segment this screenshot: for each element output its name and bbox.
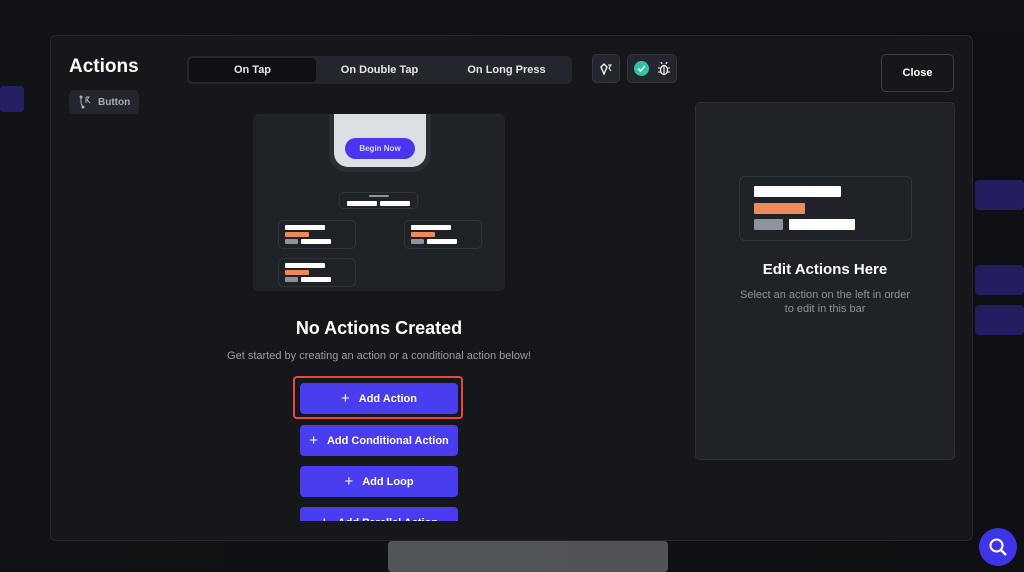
plus-icon: +	[309, 432, 318, 449]
background-toolbar	[0, 0, 1024, 32]
plus-icon: +	[340, 390, 350, 407]
begin-now-button-illustration: Begin Now	[345, 138, 415, 159]
widget-chip[interactable]: Button	[69, 90, 139, 114]
edit-actions-panel: Edit Actions Here Select an action on th…	[695, 102, 955, 460]
check-circle-icon	[633, 61, 649, 76]
search-icon	[989, 538, 1007, 556]
button-label: Add Loop	[362, 475, 414, 488]
empty-state-subtitle: Get started by creating an action or a c…	[227, 350, 531, 362]
widget-tree-icon	[79, 95, 91, 109]
button-label: Add Action	[358, 392, 417, 405]
action-card-illustration	[739, 176, 912, 241]
bug-icon	[657, 61, 670, 76]
background-preview	[388, 541, 668, 572]
widget-chip-label: Button	[98, 96, 131, 108]
panel-subtitle: Select an action on the left in order to…	[740, 289, 910, 315]
ai-gesture-button[interactable]	[592, 54, 620, 83]
background-accent	[0, 86, 24, 112]
gesture-icon	[600, 62, 612, 76]
add-action-button[interactable]: + Add Action	[300, 383, 458, 414]
modal-title: Actions	[69, 56, 139, 77]
trigger-tabs: On Tap On Double Tap On Long Press	[187, 56, 572, 84]
empty-state-title: No Actions Created	[295, 318, 463, 338]
plus-icon: +	[344, 473, 354, 490]
scroll-clip	[51, 521, 707, 540]
add-conditional-action-button[interactable]: + Add Conditional Action	[300, 425, 458, 456]
tab-on-tap[interactable]: On Tap	[189, 58, 316, 82]
panel-title: Edit Actions Here	[762, 261, 888, 278]
background-accent	[975, 180, 1024, 210]
add-loop-button[interactable]: + Add Loop	[300, 466, 458, 497]
search-fab[interactable]	[979, 528, 1017, 566]
close-button[interactable]: Close	[881, 54, 954, 92]
background-accent	[975, 305, 1024, 335]
tab-on-double-tap[interactable]: On Double Tap	[316, 58, 443, 82]
actions-illustration: Begin Now	[253, 114, 505, 291]
phone-mockup: Begin Now	[329, 114, 431, 172]
debug-button[interactable]	[627, 54, 677, 83]
background-accent	[975, 265, 1024, 295]
actions-modal: Actions Button On Tap On Double Tap On L…	[50, 35, 973, 541]
tab-on-long-press[interactable]: On Long Press	[443, 58, 570, 82]
button-label: Add Conditional Action	[326, 434, 449, 447]
